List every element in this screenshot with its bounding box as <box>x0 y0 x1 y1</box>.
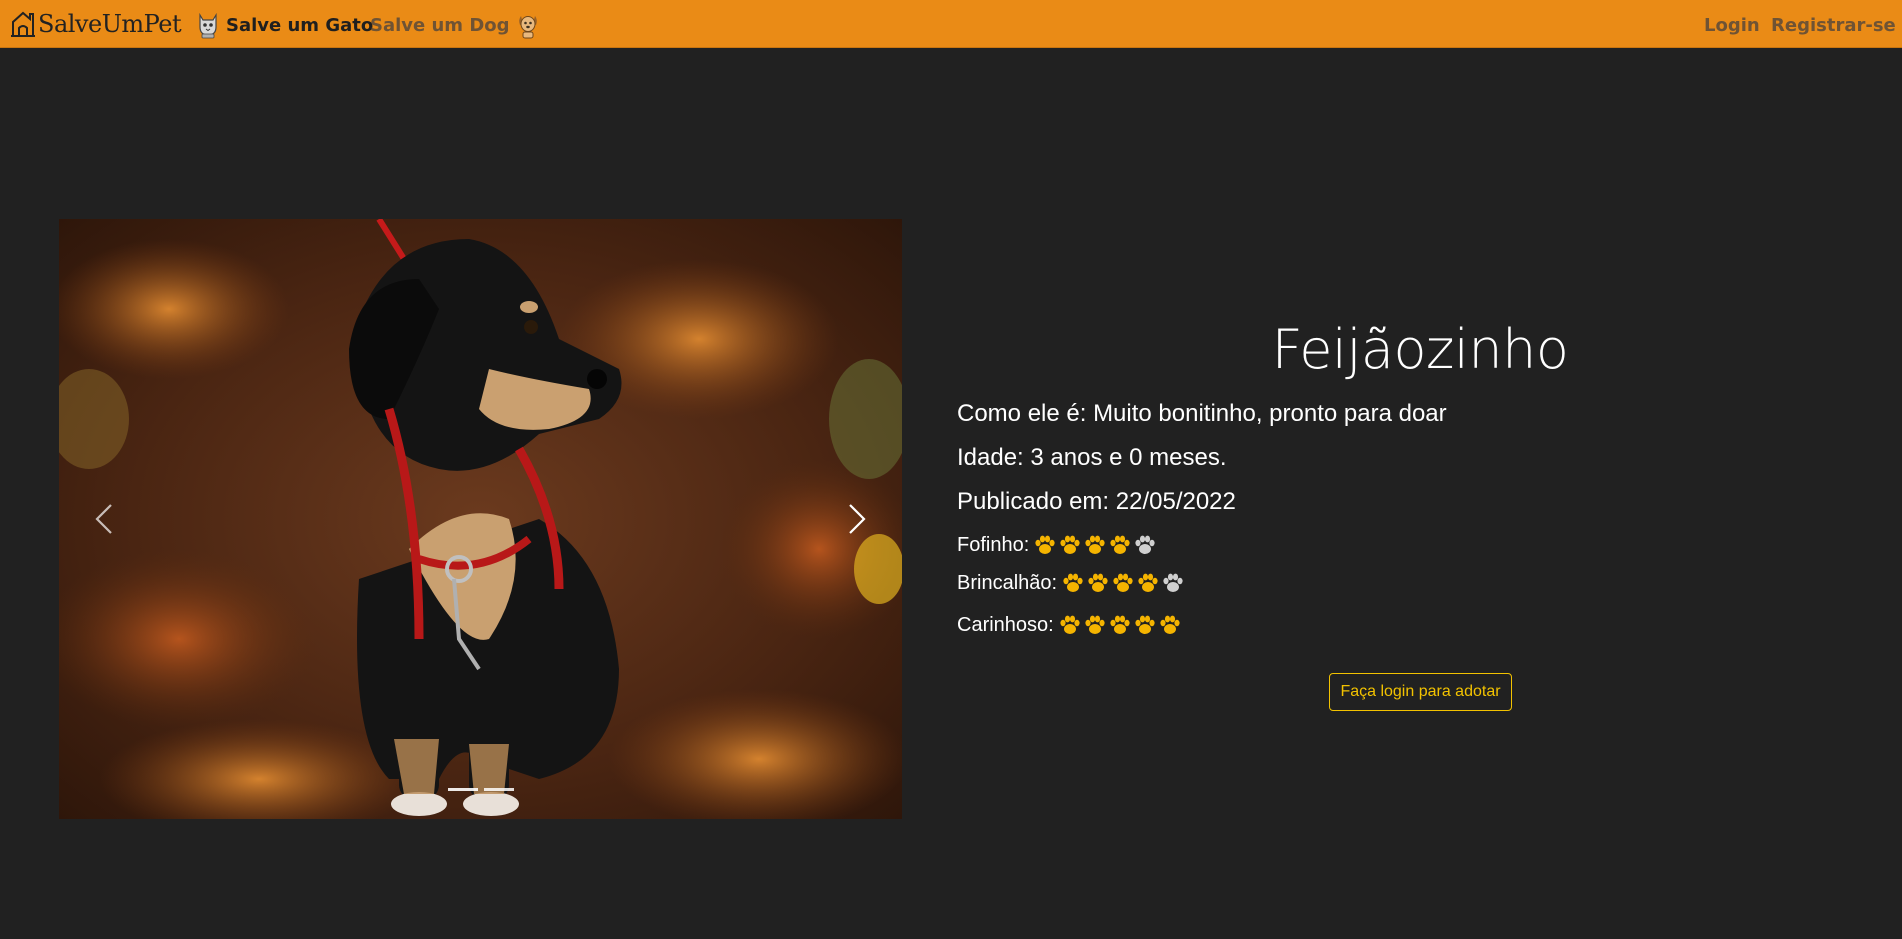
paw-rating <box>1061 572 1185 594</box>
navbar: SalveUmPet Salve um Gato Salve um Dog Lo… <box>0 0 1902 48</box>
brand-link[interactable]: SalveUmPet <box>10 8 182 40</box>
rating-fofinho: Fofinho: <box>957 531 1157 559</box>
nav-cat-link[interactable]: Salve um Gato <box>196 10 373 40</box>
carousel-indicator-1[interactable] <box>447 788 478 791</box>
nav-dog-label: Salve um Dog <box>370 14 510 36</box>
paw-icon <box>1138 573 1158 592</box>
rating-label: Fofinho: <box>957 533 1030 556</box>
paw-icon <box>1060 615 1080 634</box>
paw-rating <box>1033 534 1157 556</box>
carousel-next-button[interactable] <box>812 219 902 819</box>
pet-description: Como ele é: Muito bonitinho, pronto para… <box>957 400 1447 427</box>
cat-icon <box>199 12 217 39</box>
paw-rating <box>1058 614 1182 636</box>
paw-icon <box>1060 535 1080 554</box>
register-link[interactable]: Registrar-se <box>1771 10 1896 40</box>
pet-photo-carousel <box>59 219 902 819</box>
brand-name: SalveUmPet <box>38 10 182 38</box>
carousel-indicators <box>59 788 902 798</box>
rating-label: Brincalhão: <box>957 571 1058 594</box>
chevron-right-icon <box>849 504 866 534</box>
pet-house-logo-icon <box>11 11 35 37</box>
carousel-prev-button[interactable] <box>59 219 149 819</box>
rating-label: Carinhoso: <box>957 613 1054 636</box>
paw-icon <box>1085 615 1105 634</box>
dog-icon <box>518 16 537 39</box>
pet-photo <box>59 219 902 819</box>
pet-published-date: Publicado em: 22/05/2022 <box>957 488 1236 515</box>
paw-icon <box>1135 535 1155 554</box>
paw-icon <box>1085 535 1105 554</box>
paw-icon <box>1063 573 1083 592</box>
carousel-indicator-2[interactable] <box>483 788 514 791</box>
login-to-adopt-button[interactable]: Faça login para adotar <box>1329 673 1512 711</box>
paw-icon <box>1035 535 1055 554</box>
rating-brincalhao: Brincalhão: <box>957 569 1185 597</box>
login-link[interactable]: Login <box>1704 10 1760 40</box>
paw-icon <box>1110 535 1130 554</box>
pet-age: Idade: 3 anos e 0 meses. <box>957 444 1227 471</box>
paw-icon <box>1088 573 1108 592</box>
paw-icon <box>1110 615 1130 634</box>
paw-icon <box>1163 573 1183 592</box>
pet-name: Feijãozinho <box>1271 318 1569 381</box>
paw-icon <box>1160 615 1180 634</box>
paw-icon <box>1135 615 1155 634</box>
chevron-left-icon <box>95 504 112 534</box>
rating-carinhoso: Carinhoso: <box>957 611 1182 639</box>
nav-dog-link[interactable]: Salve um Dog <box>370 10 540 40</box>
paw-icon <box>1113 573 1133 592</box>
nav-cat-label: Salve um Gato <box>226 14 374 36</box>
